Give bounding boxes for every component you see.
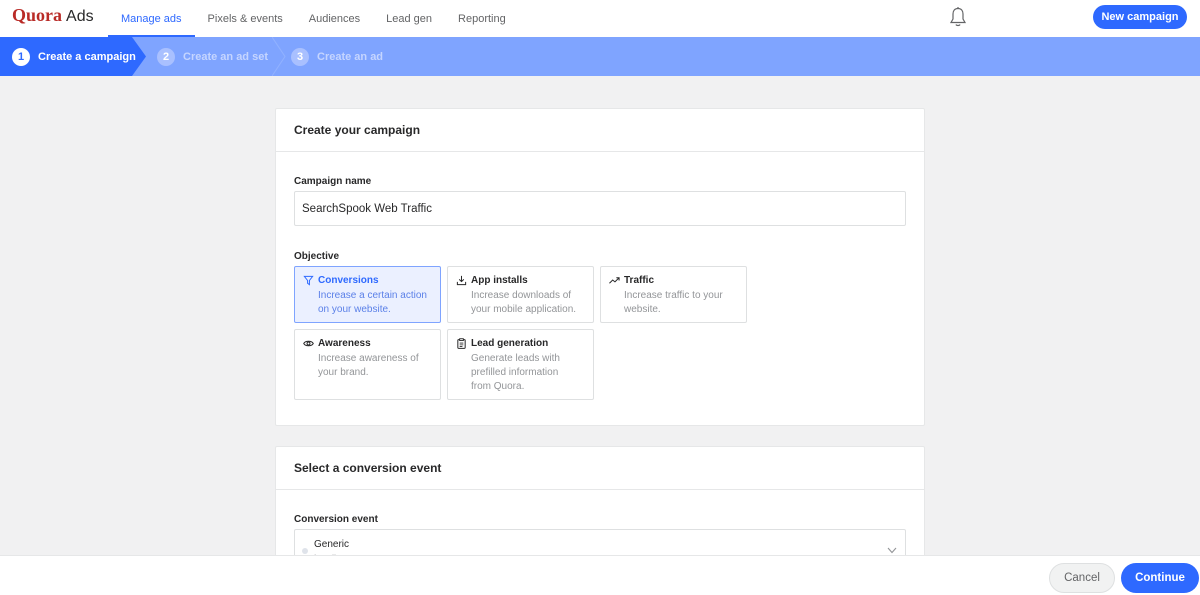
objective-traffic[interactable]: Traffic Increase traffic to your website… — [600, 266, 747, 323]
selected-event: Generic — [314, 539, 350, 550]
download-icon — [456, 275, 467, 286]
trending-up-icon — [609, 277, 620, 284]
step-number: 2 — [157, 47, 175, 66]
event-status-dot — [302, 548, 308, 554]
step-label: Create a campaign — [38, 50, 136, 63]
objective-lead-generation[interactable]: Lead generation Generate leads with pref… — [447, 329, 594, 400]
nav-audiences[interactable]: Audiences — [296, 0, 373, 37]
quora-ads-logo[interactable]: Quora Ads — [12, 5, 94, 26]
objective-title: Lead generation — [471, 338, 549, 349]
objective-title: Traffic — [624, 275, 655, 286]
objective-desc: your mobile application. — [471, 304, 577, 315]
filter-icon — [303, 275, 314, 286]
create-campaign-card: Create your campaign Campaign name Objec… — [275, 108, 925, 426]
objective-label: Objective — [294, 251, 340, 262]
conversion-event-label: Conversion event — [294, 514, 378, 525]
logo-product: Ads — [66, 8, 94, 25]
cancel-button[interactable]: Cancel — [1049, 563, 1115, 593]
chevron-down-icon — [887, 547, 897, 554]
eye-icon — [303, 340, 314, 347]
card-title: Select a conversion event — [276, 447, 924, 490]
objective-desc: Increase a certain action — [318, 290, 427, 301]
step-create-ad-set[interactable]: 2 Create an ad set — [157, 37, 268, 76]
step-create-ad[interactable]: 3 Create an ad — [291, 37, 383, 76]
step-number: 1 — [12, 47, 30, 66]
continue-button[interactable]: Continue — [1121, 563, 1199, 593]
objective-title: App installs — [471, 275, 528, 286]
nav-lead-gen[interactable]: Lead gen — [373, 0, 445, 37]
bell-icon[interactable] — [948, 6, 968, 28]
objective-awareness[interactable]: Awareness Increase awareness of your bra… — [294, 329, 441, 400]
step-divider — [272, 37, 286, 76]
objective-app-installs[interactable]: App installs Increase downloads of your … — [447, 266, 594, 323]
step-create-campaign[interactable]: 1 Create a campaign — [0, 37, 146, 76]
objective-desc: Increase downloads of — [471, 290, 572, 301]
step-label: Create an ad — [317, 50, 384, 63]
step-number: 3 — [291, 47, 309, 66]
objective-desc: from Quora. — [471, 381, 525, 392]
new-campaign-button[interactable]: New campaign — [1093, 5, 1187, 29]
objective-title: Awareness — [318, 338, 371, 349]
campaign-name-label: Campaign name — [294, 176, 372, 187]
nav-manage-ads[interactable]: Manage ads — [108, 0, 195, 37]
objective-conversions[interactable]: Conversions Increase a certain action on… — [294, 266, 441, 323]
objective-desc: website. — [624, 304, 661, 315]
clipboard-icon — [457, 338, 466, 349]
footer-bar: Cancel Continue — [0, 555, 1200, 595]
campaign-stepper: 1 Create a campaign 2 Create an ad set 3… — [0, 37, 1200, 76]
objective-desc: your brand. — [318, 367, 369, 378]
campaign-name-input[interactable] — [294, 191, 906, 226]
objective-desc: Increase traffic to your — [624, 290, 723, 301]
objective-desc: Increase awareness of — [318, 353, 419, 364]
card-title: Create your campaign — [276, 109, 924, 152]
step-label: Create an ad set — [183, 50, 268, 63]
objective-desc: on your website. — [318, 304, 391, 315]
objective-desc: Generate leads with — [471, 353, 560, 364]
objective-desc: prefilled information — [471, 367, 559, 378]
nav-links: Manage ads Pixels & events Audiences Lea… — [108, 0, 519, 37]
top-navigation: Quora Ads Manage ads Pixels & events Aud… — [0, 0, 1200, 37]
nav-pixels-events[interactable]: Pixels & events — [195, 0, 296, 37]
logo-brand: Quora — [12, 5, 63, 25]
nav-reporting[interactable]: Reporting — [445, 0, 519, 37]
objective-title: Conversions — [318, 275, 379, 286]
